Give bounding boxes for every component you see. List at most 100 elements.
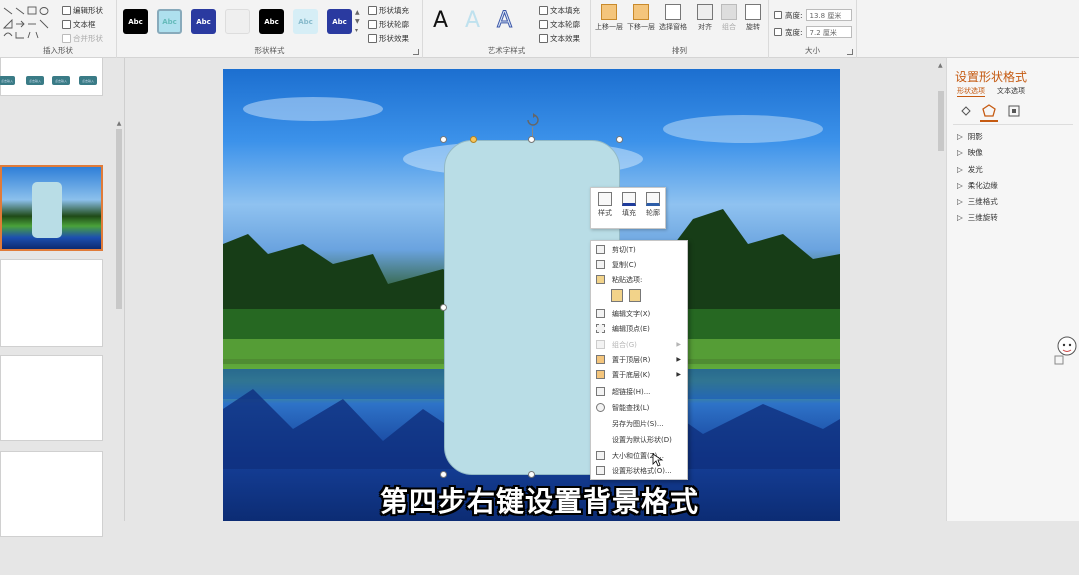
video-caption: 第四步右键设置背景格式 — [379, 485, 699, 518]
height-icon — [774, 11, 782, 19]
align-icon — [697, 4, 713, 20]
section-reflection[interactable]: ▷ 映像 — [957, 147, 983, 158]
pane-scrollbar[interactable]: ▲ — [938, 62, 944, 512]
shape-style-darkblue[interactable]: Abc — [191, 9, 216, 34]
merge-shapes-button[interactable]: 合并形状 — [62, 33, 103, 44]
resize-handle-bottom[interactable] — [528, 471, 535, 478]
expand-arrow-icon: ▷ — [957, 181, 963, 190]
menu-item-smart-lookup[interactable]: 智能查找(L) — [591, 400, 687, 415]
section-3d-format[interactable]: ▷ 三维格式 — [957, 196, 998, 207]
resize-handle-top[interactable] — [528, 136, 535, 143]
shape-style-pale-blue[interactable]: Abc — [293, 9, 318, 34]
paste-picture-icon[interactable] — [629, 289, 641, 302]
shapes-gallery-icon[interactable] — [2, 4, 58, 40]
shape-style-black-2[interactable]: Abc — [259, 9, 284, 34]
shape-style-lightblue-selected[interactable]: Abc — [157, 9, 182, 34]
shape-style-white[interactable] — [225, 9, 250, 34]
context-menu: 剪切(T) 复制(C) 粘贴选项: 编辑文字(X) 编辑顶点(E) 组合(G) ▶… — [590, 240, 688, 480]
format-shape-pane: 设置形状格式 形状选项 文本选项 ▷ 阴影 ▷ 映像 ▷ 发光 ▷ 柔化边缘 ▷ 三维格式… — [938, 58, 1079, 521]
expand-arrow-icon: ▷ — [957, 132, 963, 141]
menu-item-cut[interactable]: 剪切(T) — [591, 242, 687, 257]
paste-keep-source-icon[interactable] — [611, 289, 623, 302]
section-shadow[interactable]: ▷ 阴影 — [957, 131, 983, 142]
height-input[interactable]: 13.8 厘米 — [805, 9, 852, 21]
menu-item-format-shape[interactable]: 设置形状格式(O)... — [591, 463, 687, 478]
mini-outline-button[interactable]: 轮廓 — [642, 192, 664, 218]
scroll-thumb[interactable] — [116, 129, 122, 309]
shape-effects-button[interactable]: 形状效果 — [368, 33, 409, 44]
pane-divider — [953, 124, 1073, 125]
size-launcher-icon[interactable] — [847, 49, 853, 55]
menu-item-save-as-picture[interactable]: 另存为图片(S)... — [591, 416, 687, 431]
adjust-handle-corner[interactable] — [470, 136, 477, 143]
size-properties-icon[interactable] — [1007, 104, 1021, 118]
width-input[interactable]: 7.2 厘米 — [805, 26, 852, 38]
shape-fill-icon — [368, 6, 377, 15]
selection-pane-button[interactable]: 选择窗格 — [658, 4, 688, 32]
tab-shape-options[interactable]: 形状选项 — [957, 86, 985, 97]
section-glow[interactable]: ▷ 发光 — [957, 164, 983, 175]
edit-shape-button[interactable]: 编辑形状 — [62, 5, 103, 16]
send-backward-icon — [633, 4, 649, 20]
cartoon-sticker-icon — [1054, 336, 1077, 365]
text-box-button[interactable]: 文本框 — [62, 19, 96, 30]
rotate-icon — [745, 4, 761, 20]
submenu-arrow-icon: ▶ — [676, 341, 681, 348]
shape-outline-button[interactable]: 形状轮廓 — [368, 19, 409, 30]
wordart-style-light[interactable]: A — [465, 8, 480, 33]
resize-handle-bottom-left[interactable] — [440, 471, 447, 478]
menu-item-group[interactable]: 组合(G) ▶ — [591, 337, 687, 352]
tab-text-options[interactable]: 文本选项 — [997, 86, 1025, 96]
shape-styles-launcher-icon[interactable] — [413, 49, 419, 55]
fill-line-icon[interactable] — [959, 104, 973, 118]
style-icon — [598, 192, 612, 206]
resize-handle-top-left[interactable] — [440, 136, 447, 143]
insert-shapes-group: 编辑形状 文本框 合并形状 插入形状 — [0, 0, 117, 58]
menu-item-edit-text[interactable]: 编辑文字(X) — [591, 306, 687, 321]
section-3d-rotation[interactable]: ▷ 三维旋转 — [957, 212, 998, 223]
slide-thumbnail-1[interactable]: 点击输入 点击输入 点击输入 点击输入 — [0, 58, 103, 96]
menu-item-hyperlink[interactable]: 超链接(H)... — [591, 384, 687, 399]
text-outline-button[interactable]: 文本轮廓 — [539, 19, 580, 30]
submenu-arrow-icon: ▶ — [676, 356, 681, 363]
group-icon — [596, 340, 605, 349]
wordart-style-black[interactable]: A — [433, 8, 448, 33]
menu-item-paste-options: 粘贴选项: — [591, 272, 687, 287]
section-soft-edges[interactable]: ▷ 柔化边缘 — [957, 180, 998, 191]
size-group: 高度: 13.8 厘米 宽度: 7.2 厘米 大小 — [769, 0, 857, 58]
rotate-button[interactable]: 旋转 — [738, 4, 768, 32]
resize-handle-top-right[interactable] — [616, 136, 623, 143]
effects-pentagon-icon[interactable] — [982, 104, 996, 118]
edit-shape-icon — [62, 6, 71, 15]
menu-item-size-position[interactable]: 大小和位置(Z)... — [591, 448, 687, 463]
wordart-style-outline[interactable]: A — [496, 8, 512, 34]
text-effects-button[interactable]: 文本效果 — [539, 33, 580, 44]
slide-thumbnail-3[interactable] — [0, 259, 103, 347]
slide-thumbnail-2-selected[interactable] — [0, 165, 103, 251]
resize-handle-left[interactable] — [440, 304, 447, 311]
menu-item-bring-to-front[interactable]: 置于顶层(R) ▶ — [591, 352, 687, 367]
pane-scroll-thumb[interactable] — [938, 91, 944, 151]
rotation-handle-icon[interactable] — [525, 112, 541, 128]
slide-thumbnail-4[interactable] — [0, 355, 103, 441]
bring-forward-button[interactable]: 上移一层 — [594, 4, 624, 32]
scroll-up-icon[interactable]: ▲ — [938, 62, 944, 69]
text-fill-icon — [539, 6, 548, 15]
send-backward-button[interactable]: 下移一层 — [626, 4, 656, 32]
text-box-icon — [62, 20, 71, 29]
menu-item-edit-points[interactable]: 编辑顶点(E) — [591, 321, 687, 336]
menu-item-copy[interactable]: 复制(C) — [591, 257, 687, 272]
mini-style-button[interactable]: 样式 — [594, 192, 616, 218]
mini-fill-button[interactable]: 填充 — [618, 192, 640, 218]
menu-item-send-to-back[interactable]: 置于底层(K) ▶ — [591, 367, 687, 382]
menu-item-set-default-shape[interactable]: 设置为默认形状(D) — [591, 432, 687, 447]
scroll-up-icon[interactable]: ▲ — [115, 120, 123, 127]
shape-fill-button[interactable]: 形状填充 — [368, 5, 409, 16]
shape-style-darkblue-2[interactable]: Abc — [327, 9, 352, 34]
thumb-button: 点击输入 — [52, 76, 70, 85]
thumb-button: 点击输入 — [79, 76, 97, 85]
gallery-scroll-icon[interactable]: ▲ ▼ ▾ — [355, 8, 360, 35]
arrange-group: 上移一层 下移一层 选择窗格 对齐 组合 旋转 排列 — [591, 0, 769, 58]
shape-style-black[interactable]: Abc — [123, 9, 148, 34]
text-fill-button[interactable]: 文本填充 — [539, 5, 580, 16]
